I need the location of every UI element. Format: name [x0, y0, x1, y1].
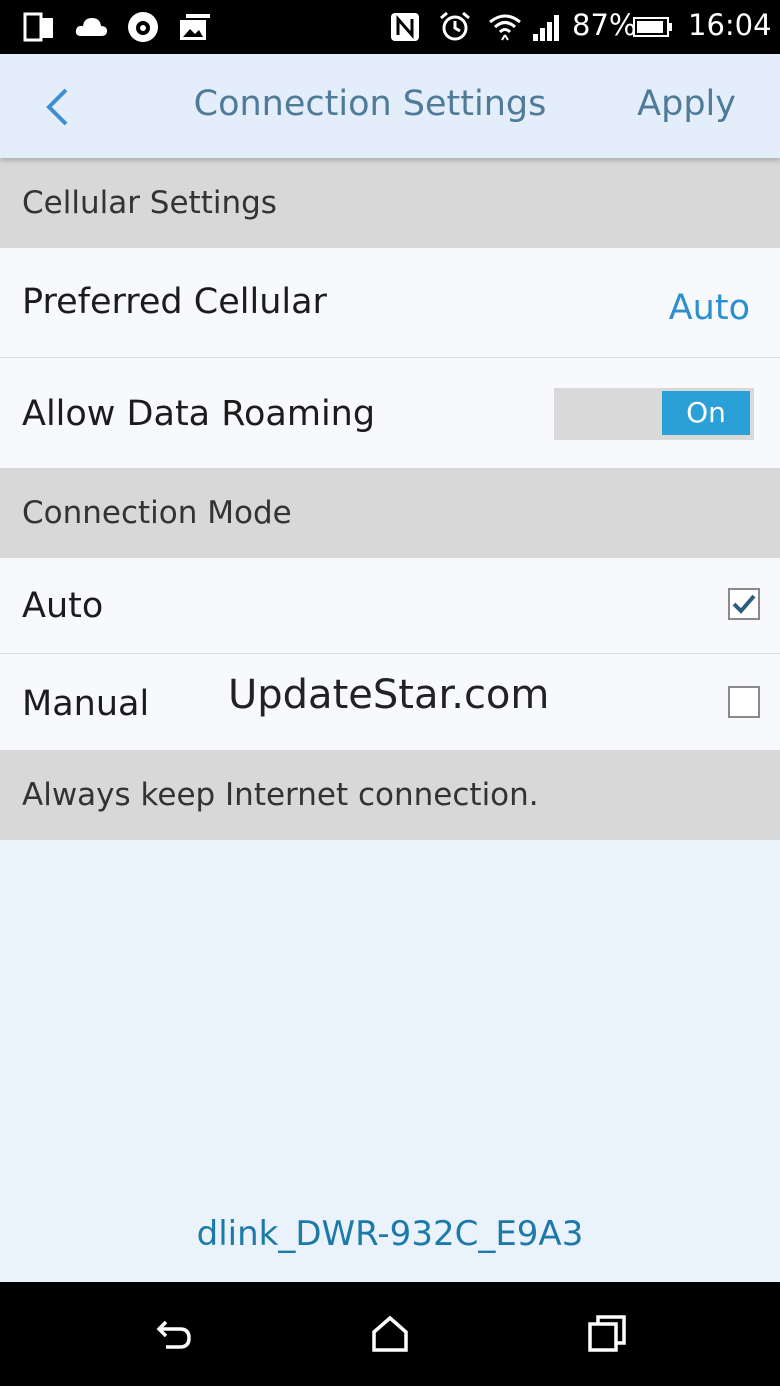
checkmark-icon	[732, 594, 756, 614]
section-header-connection-mode: Connection Mode	[0, 468, 780, 558]
navigation-bar	[0, 1282, 780, 1386]
preferred-cellular-value[interactable]: Auto	[669, 288, 750, 328]
alarm-icon	[440, 11, 470, 41]
tablet-icon	[23, 12, 53, 42]
wifi-icon	[489, 14, 521, 41]
mode-option-label: Auto	[22, 586, 104, 626]
data-roaming-row: Allow Data Roaming On	[0, 358, 780, 468]
page-title: Connection Settings	[193, 84, 547, 124]
preferred-cellular-label: Preferred Cellular	[22, 282, 327, 322]
apply-button[interactable]: Apply	[637, 84, 736, 124]
data-roaming-label: Allow Data Roaming	[22, 394, 376, 434]
nfc-icon	[391, 13, 419, 41]
clock: 16:04	[688, 8, 772, 42]
mode-option-auto[interactable]: Auto	[0, 558, 780, 654]
battery-icon	[633, 17, 672, 37]
data-roaming-toggle[interactable]: On	[554, 388, 754, 440]
toggle-on-knob: On	[662, 391, 750, 435]
home-icon[interactable]	[368, 1312, 412, 1356]
auto-checkbox[interactable]	[728, 588, 760, 620]
shield-bug-icon	[128, 12, 158, 42]
recents-icon[interactable]	[586, 1312, 630, 1356]
signal-icon	[533, 15, 559, 41]
cloud-icon	[75, 18, 107, 36]
photo-stack-icon	[180, 14, 210, 40]
back-icon[interactable]	[152, 1312, 196, 1356]
watermark-text: UpdateStar.com	[228, 672, 550, 718]
manual-checkbox[interactable]	[728, 686, 760, 718]
status-bar: 87% 16:04	[0, 0, 780, 54]
device-name: dlink_DWR-932C_E9A3	[196, 1214, 584, 1254]
preferred-cellular-row[interactable]: Preferred Cellular Auto	[0, 248, 780, 358]
footer-note: Always keep Internet connection.	[0, 750, 780, 840]
battery-percentage: 87%	[572, 8, 637, 42]
section-header-cellular: Cellular Settings	[0, 158, 780, 248]
app-header: Connection Settings Apply	[0, 54, 780, 158]
mode-option-label: Manual	[22, 684, 150, 724]
